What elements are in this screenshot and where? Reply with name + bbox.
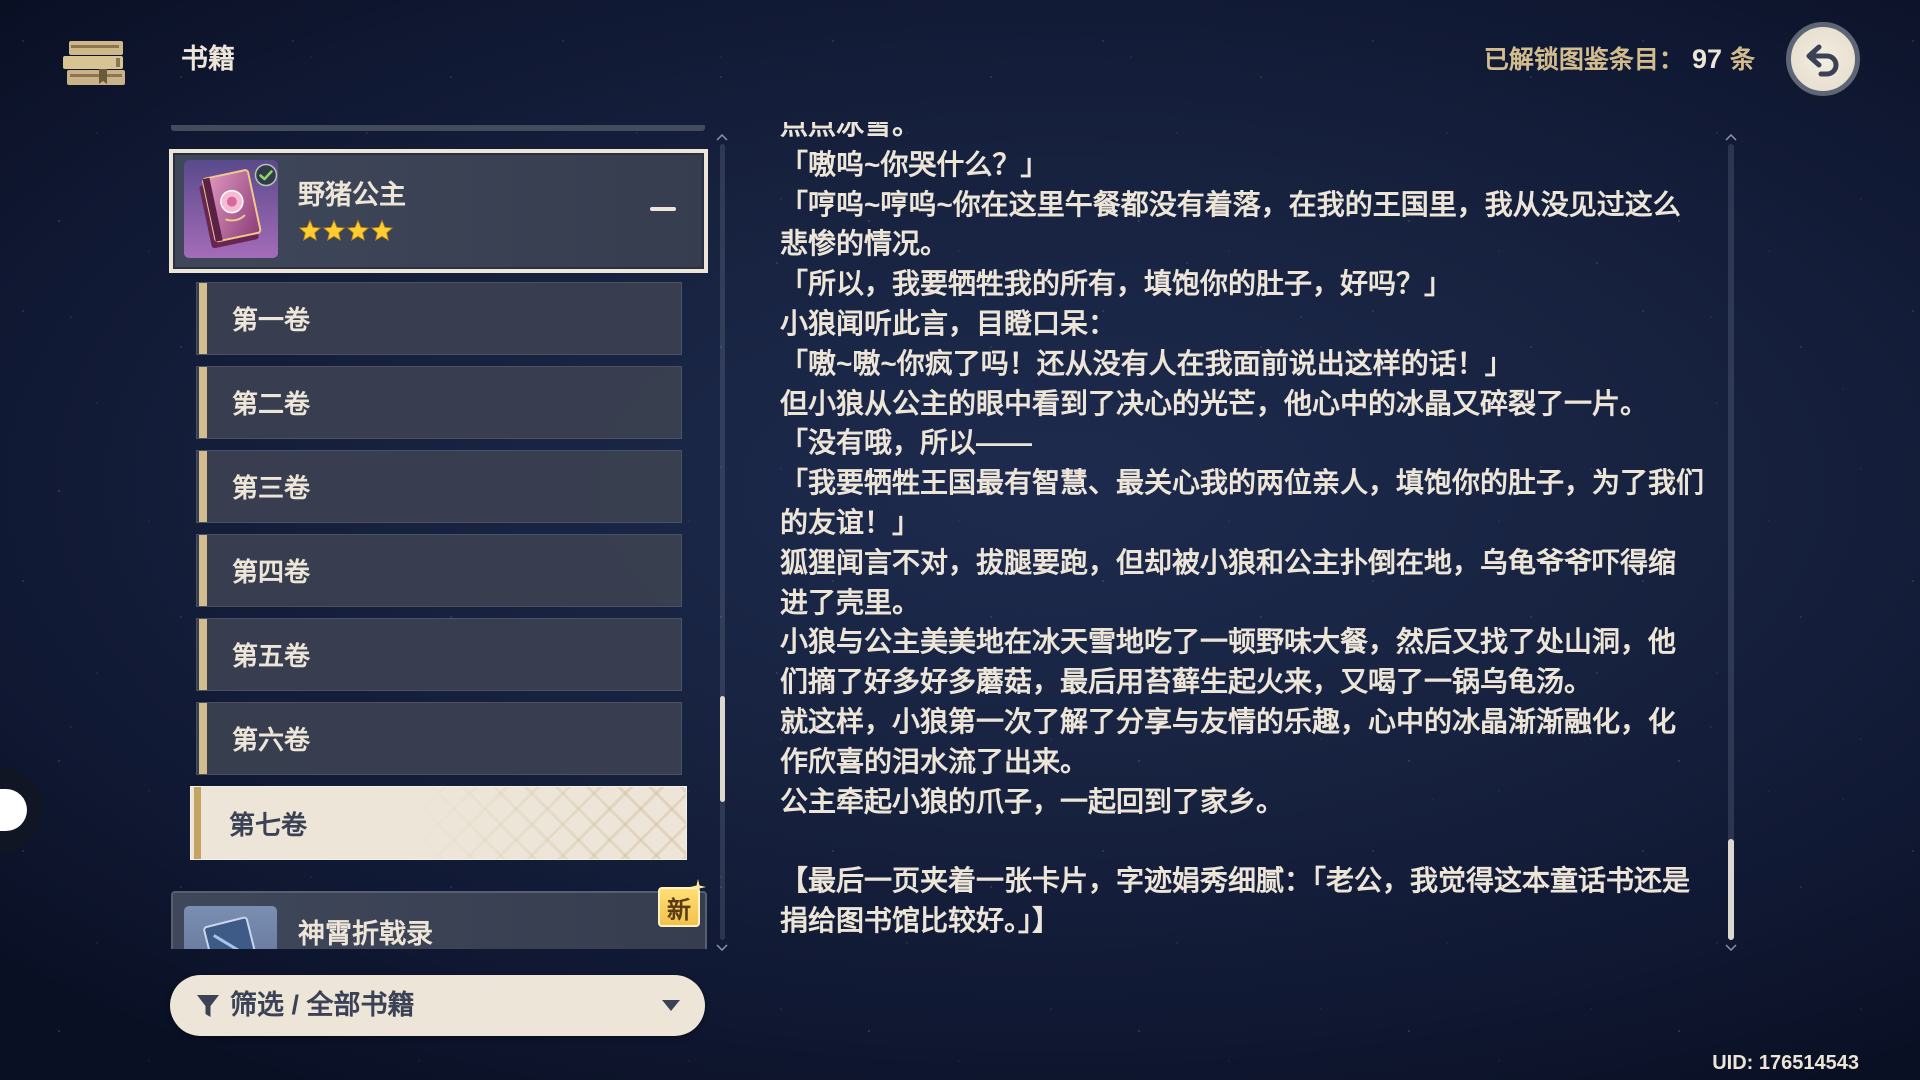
volume-label: 第五卷	[232, 641, 311, 671]
book-text-scrollbar[interactable]	[1728, 144, 1734, 940]
book-card-selected[interactable]: 野猪公主	[169, 149, 708, 273]
book-text: 点点冰雪。「嗷呜~你哭什么？」「哼呜~哼呜~你在这里午餐都没有着落，在我的王国里…	[780, 122, 1704, 941]
volume-item[interactable]: 第五卷	[196, 618, 682, 691]
scroll-down-chevron-icon[interactable]	[1725, 944, 1737, 951]
book-text-viewport[interactable]: 点点冰雪。「嗷呜~你哭什么？」「哼呜~哼呜~你在这里午餐都没有着落，在我的王国里…	[775, 122, 1720, 949]
star-icon	[322, 219, 346, 242]
text-line: 点点冰雪。	[780, 122, 921, 140]
book-card-next[interactable]: 神霄折戟录	[171, 891, 707, 949]
text-line: 进了壳里。	[780, 586, 921, 618]
volume-list: 第一卷 第二卷 第三卷 第四卷 第五卷 第六卷 第七卷	[190, 282, 687, 860]
scroll-up-chevron-icon[interactable]	[1725, 134, 1737, 141]
sparkle-icon	[690, 879, 706, 895]
unlocked-entries-unit: 条	[1729, 46, 1755, 74]
text-line: 的友谊！」	[780, 506, 921, 538]
unlocked-entries-counter: 已解锁图鉴条目： 97 条	[1484, 41, 1755, 77]
volume-item[interactable]: 第四卷	[196, 534, 682, 607]
player-uid: UID: 176514543	[1712, 1052, 1859, 1074]
text-line: 们摘了好多好多蘑菇，最后用苔藓生起火来，又喝了一锅乌龟汤。	[780, 666, 1593, 698]
text-line: 「哼呜~哼呜~你在这里午餐都没有着落，在我的王国里，我从没见过这么	[780, 188, 1681, 220]
volume-label: 第二卷	[232, 389, 311, 419]
text-line: 「没有哦，所以——	[780, 427, 1033, 459]
text-line: 就这样，小狼第一次了解了分享与友情的乐趣，心中的冰晶渐渐融化，化	[780, 705, 1677, 737]
scrollbar-thumb[interactable]	[1728, 839, 1734, 940]
book-list-scrollbar[interactable]	[720, 144, 725, 940]
book-cover-icon	[184, 906, 277, 949]
previous-book-card-edge[interactable]	[171, 125, 705, 131]
volume-label: 第六卷	[232, 725, 311, 755]
volume-label: 第七卷	[229, 809, 308, 840]
text-line: 「所以，我要牺牲我的所有，填饱你的肚子，好吗？」	[780, 268, 1453, 300]
text-line: 但小狼从公主的眼中看到了决心的光芒，他心中的冰晶又碎裂了一片。	[780, 387, 1649, 419]
volume-item-selected[interactable]: 第七卷	[190, 786, 687, 860]
star-icon	[346, 219, 370, 242]
text-line: 狐狸闻言不对，拔腿要跑，但却被小狼和公主扑倒在地，乌龟爷爷吓得缩	[780, 546, 1677, 578]
book-title: 神霄折戟录	[298, 919, 433, 949]
book-title: 野猪公主	[298, 180, 406, 210]
filter-dropdown[interactable]: 筛选 / 全部书籍	[170, 975, 705, 1036]
books-stack-icon	[61, 34, 130, 88]
volume-item[interactable]: 第一卷	[196, 282, 682, 355]
check-badge-icon	[254, 163, 278, 187]
new-badge-label: 新	[667, 896, 691, 924]
volume-label: 第三卷	[232, 473, 311, 503]
volume-label: 第四卷	[232, 557, 311, 587]
chevron-down-icon	[662, 1000, 680, 1011]
scrollbar-thumb[interactable]	[720, 696, 725, 802]
text-line: 捐给图书馆比较好。」】	[780, 904, 1061, 936]
collapse-minus-icon[interactable]	[650, 207, 676, 211]
text-line: 【最后一页夹着一张卡片，字迹娟秀细腻：「老公，我觉得这本童话书还是	[780, 865, 1691, 897]
text-line: 「嗷呜~你哭什么？」	[780, 148, 1049, 180]
text-line: 悲惨的情况。	[780, 228, 949, 260]
volume-label: 第一卷	[232, 305, 311, 335]
star-icon	[298, 219, 322, 242]
back-arrow-icon	[1806, 44, 1839, 77]
volume-item[interactable]: 第六卷	[196, 702, 682, 775]
text-line: 公主牵起小狼的爪子，一起回到了家乡。	[780, 785, 1285, 817]
book-card-body: 神霄折戟录	[171, 891, 707, 949]
text-line: 小狼闻听此言，目瞪口呆：	[780, 307, 1117, 339]
funnel-icon	[197, 995, 219, 1017]
volume-item[interactable]: 第三卷	[196, 450, 682, 523]
floating-button-dot	[0, 789, 27, 831]
star-icon	[370, 219, 394, 242]
page-title: 书籍	[181, 44, 235, 74]
floating-assistive-button[interactable]	[0, 767, 43, 853]
volume-item[interactable]: 第二卷	[196, 366, 682, 439]
back-button[interactable]	[1786, 22, 1860, 96]
unlocked-entries-count: 97	[1691, 44, 1722, 74]
text-line: 小狼与公主美美地在冰天雪地吃了一顿野味大餐，然后又找了处山洞，他	[780, 626, 1677, 658]
text-line: 「我要牺牲王国最有智慧、最关心我的两位亲人，填饱你的肚子，为了我们	[780, 467, 1705, 499]
unlocked-entries-label: 已解锁图鉴条目：	[1483, 46, 1684, 74]
rarity-stars	[298, 219, 394, 243]
filter-label: 筛选 / 全部书籍	[230, 990, 415, 1020]
scroll-up-chevron-icon[interactable]	[716, 134, 728, 141]
text-line: 作欣喜的泪水流了出来。	[780, 745, 1089, 777]
scroll-down-chevron-icon[interactable]	[716, 944, 728, 951]
text-line: 「嗷~嗷~你疯了吗！还从没有人在我面前说出这样的话！」	[780, 347, 1513, 379]
